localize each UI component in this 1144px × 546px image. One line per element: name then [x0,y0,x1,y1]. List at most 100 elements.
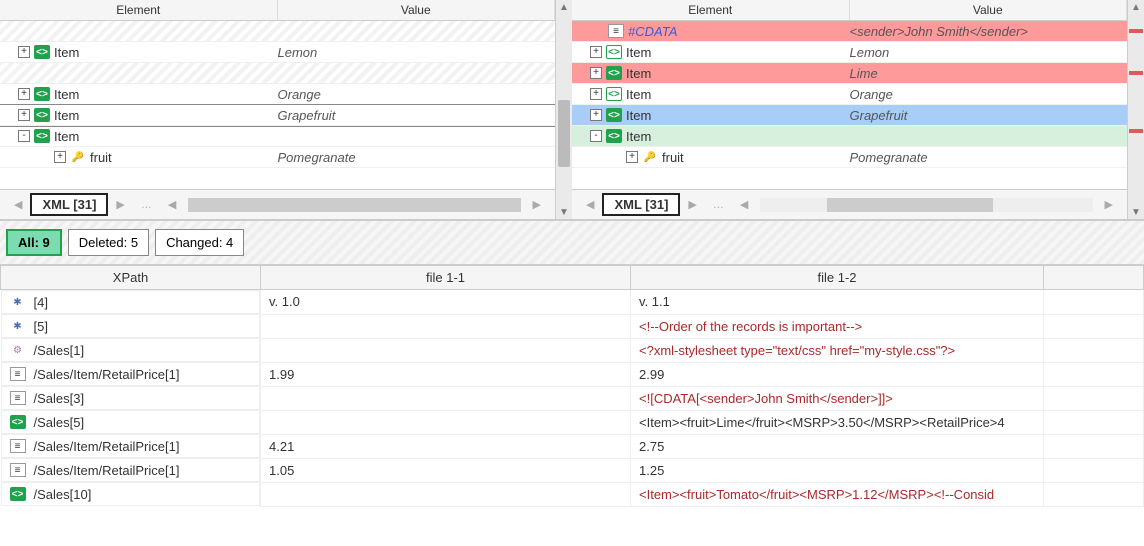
tab-prev-icon[interactable]: ◀ [578,198,602,211]
file2-value: 2.75 [631,434,1044,458]
node-label: fruit [662,150,684,165]
diff-row[interactable]: <>/Sales[10]<Item><fruit>Tomato</fruit><… [1,482,1144,506]
filter-all-button[interactable]: All: 9 [6,229,62,256]
tab-prev-icon[interactable]: ◀ [6,198,30,211]
filter-strip: All: 9 Deleted: 5 Changed: 4 [0,220,1144,265]
key-icon: 🔑 [70,150,86,164]
expand-icon[interactable]: + [18,109,30,121]
col-value[interactable]: Value [850,0,1128,20]
expand-icon[interactable]: + [590,46,602,58]
xpath-text: /Sales[10] [34,487,92,502]
expand-icon[interactable]: + [590,109,602,121]
tree-row[interactable]: +<>ItemGrapefruit [572,105,1127,126]
tree-row[interactable] [0,21,555,42]
node-value: Grapefruit [850,108,1128,123]
diff-row[interactable]: ≡/Sales/Item/RetailPrice[1]4.212.75 [1,434,1144,458]
diff-row[interactable]: ✱[4]v. 1.0v. 1.1 [1,290,1144,315]
key-icon: 🔑 [642,150,658,164]
file1-value [261,338,631,362]
file1-value [261,386,631,410]
node-value: Pomegranate [278,150,556,165]
scroll-down-icon[interactable]: ▼ [559,205,569,219]
tree-row[interactable]: +<>ItemOrange [0,84,555,105]
header-xpath[interactable]: XPath [1,266,261,290]
left-tree-body[interactable]: +<>ItemLemon+<>ItemOrange+<>ItemGrapefru… [0,21,555,189]
tab-more-icon[interactable]: … [705,199,732,211]
node-label: Item [626,108,651,123]
tree-row[interactable]: +<>ItemGrapefruit [0,105,555,126]
scroll-up-icon[interactable]: ▲ [1131,0,1141,14]
tree-row[interactable]: -<>Item [0,126,555,147]
left-vscroll[interactable]: ▲ ▼ [556,0,572,219]
diff-row[interactable]: ✱[5]<!--Order of the records is importan… [1,314,1144,338]
col-value[interactable]: Value [278,0,556,20]
diff-row[interactable]: ≡/Sales/Item/RetailPrice[1]1.992.99 [1,362,1144,386]
left-hscroll[interactable]: ◀ ▶ [160,198,549,212]
right-hscroll[interactable]: ◀ ▶ [732,198,1121,212]
tag-icon: <> [34,45,50,59]
right-tab[interactable]: XML [31] [602,193,680,216]
file2-value: 2.99 [631,362,1044,386]
left-tree-pane: Element Value +<>ItemLemon+<>ItemOrange+… [0,0,556,219]
left-tree-header: Element Value [0,0,555,21]
tab-next-icon[interactable]: ▶ [108,198,132,211]
file2-value: <Item><fruit>Tomato</fruit><MSRP>1.12</M… [631,482,1044,506]
right-vscroll[interactable]: ▲ ▼ [1128,0,1144,219]
col-element[interactable]: Element [0,0,278,20]
header-extra [1044,266,1144,290]
filter-changed-button[interactable]: Changed: 4 [155,229,244,256]
expand-icon[interactable]: + [18,88,30,100]
file2-value: <?xml-stylesheet type="text/css" href="m… [631,338,1044,362]
left-tab[interactable]: XML [31] [30,193,108,216]
diff-row[interactable]: ⚙/Sales[1]<?xml-stylesheet type="text/cs… [1,338,1144,362]
collapse-icon[interactable]: - [590,130,602,142]
tree-row[interactable]: + 🔑 fruit Pomegranate [0,147,555,168]
tag-icon: <> [606,45,622,59]
attribute-icon: ✱ [10,295,26,309]
node-value: <sender>John Smith</sender> [850,24,1128,39]
scroll-down-icon[interactable]: ▼ [1131,205,1141,219]
node-label: Item [54,108,79,123]
tree-row[interactable]: -<>Item [572,126,1127,147]
filter-deleted-button[interactable]: Deleted: 5 [68,229,149,256]
file1-value [261,314,631,338]
scroll-up-icon[interactable]: ▲ [559,0,569,14]
tab-next-icon[interactable]: ▶ [680,198,704,211]
right-tree-header: Element Value [572,0,1127,21]
scroll-right-icon[interactable]: ▶ [525,198,549,211]
file2-value: <!--Order of the records is important--> [631,314,1044,338]
tree-row[interactable]: +<>ItemLime [572,63,1127,84]
expand-icon[interactable]: + [590,88,602,100]
col-element[interactable]: Element [572,0,850,20]
tree-row[interactable]: +🔑fruitPomegranate [572,147,1127,168]
scroll-left-icon[interactable]: ◀ [160,198,184,211]
tree-row[interactable]: ≡#CDATA<sender>John Smith</sender> [572,21,1127,42]
tag-icon: <> [34,108,50,122]
header-file1[interactable]: file 1-1 [261,266,631,290]
header-file2[interactable]: file 1-2 [631,266,1044,290]
right-tree-body[interactable]: ≡#CDATA<sender>John Smith</sender>+<>Ite… [572,21,1127,189]
diff-row[interactable]: ≡/Sales[3]<![CDATA[<sender>John Smith</s… [1,386,1144,410]
expand-icon[interactable]: + [590,67,602,79]
diff-row[interactable]: <>/Sales[5]<Item><fruit>Lime</fruit><MSR… [1,410,1144,434]
tree-row[interactable]: +<>ItemLemon [572,42,1127,63]
collapse-icon[interactable]: - [18,130,30,142]
scroll-right-icon[interactable]: ▶ [1097,198,1121,211]
expand-icon[interactable]: + [18,46,30,58]
xpath-text: [5] [34,319,48,334]
expand-icon[interactable]: + [626,151,638,163]
diff-header-row: XPath file 1-1 file 1-2 [1,266,1144,290]
diff-row[interactable]: ≡/Sales/Item/RetailPrice[1]1.051.25 [1,458,1144,482]
tree-row[interactable]: +<>ItemLemon [0,42,555,63]
file1-value [261,410,631,434]
file1-value: 1.99 [261,362,631,386]
tab-more-icon[interactable]: … [133,199,160,211]
node-label: Item [626,45,651,60]
expand-icon[interactable]: + [54,151,66,163]
tree-row[interactable]: +<>ItemOrange [572,84,1127,105]
document-icon: ≡ [608,24,624,38]
tree-row[interactable] [0,63,555,84]
node-label: fruit [90,150,112,165]
scroll-left-icon[interactable]: ◀ [732,198,756,211]
diff-table: XPath file 1-1 file 1-2 ✱[4]v. 1.0v. 1.1… [0,265,1144,507]
